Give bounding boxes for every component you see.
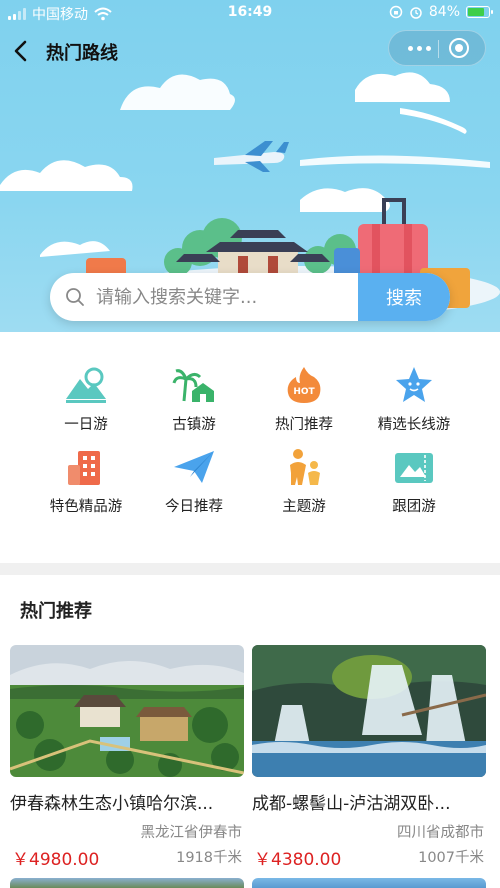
category-label: 精选长线游 — [377, 417, 451, 433]
search-input[interactable] — [96, 273, 396, 321]
building-icon — [68, 451, 100, 485]
star-icon — [396, 367, 432, 402]
route-price: ￥4380.00 — [254, 850, 342, 870]
route-name: 伊春森林生态小镇哈尔滨... — [10, 794, 214, 814]
route-card[interactable]: 伊春森林生态小镇哈尔滨... 黑龙江省伊春市 ￥4980.00 1918千米 — [10, 645, 244, 870]
category-label: 特色精品游 — [49, 499, 123, 515]
search-bar: 搜索 — [50, 273, 450, 321]
category-long-tour[interactable]: 精选长线游 — [354, 355, 474, 435]
category-label: 跟团游 — [392, 499, 436, 515]
battery-percent: 84% — [428, 4, 460, 20]
more-options-icon[interactable] — [401, 31, 437, 65]
category-theme-tour[interactable]: 主题游 — [244, 437, 364, 517]
section-title: 热门推荐 — [20, 601, 92, 622]
category-ancient-town[interactable]: 古镇游 — [134, 355, 254, 435]
capsule-divider — [438, 40, 439, 58]
battery-icon — [466, 6, 493, 18]
route-name: 成都-螺髻山-泸沽湖双卧... — [252, 794, 451, 814]
route-photo — [252, 645, 486, 777]
lock-rotation-icon — [389, 5, 403, 19]
category-label: 古镇游 — [172, 417, 216, 433]
close-program-icon[interactable] — [449, 38, 469, 58]
svg-text:HOT: HOT — [293, 387, 315, 397]
category-label: 主题游 — [282, 499, 326, 515]
category-one-day-tour[interactable]: 一日游 — [26, 355, 146, 435]
ticket-icon — [395, 453, 433, 483]
page-title: 热门路线 — [46, 43, 118, 64]
category-label: 今日推荐 — [165, 499, 223, 515]
search-icon — [66, 288, 84, 306]
category-label: 热门推荐 — [275, 417, 333, 433]
route-price: ￥4980.00 — [12, 850, 100, 870]
section-divider — [0, 563, 500, 575]
nav-bar: 热门路线 — [0, 28, 500, 74]
airplane-icon — [214, 141, 289, 172]
search-button[interactable]: 搜索 — [358, 273, 450, 321]
hot-icon: HOT — [287, 367, 321, 403]
route-card[interactable]: 成都-螺髻山-泸沽湖双卧... 四川省成都市 ￥4380.00 1007千米 — [252, 645, 486, 870]
route-location: 黑龙江省伊春市 — [140, 825, 243, 841]
route-distance: 1918千米 — [176, 850, 242, 866]
route-photo — [10, 645, 244, 777]
status-bar: 中国移动 16:49 84% — [0, 0, 500, 26]
category-group-tour[interactable]: 跟团游 — [354, 437, 474, 517]
category-featured-tour[interactable]: 特色精品游 — [26, 437, 146, 517]
mountain-icon — [66, 367, 106, 403]
paper-plane-icon — [174, 451, 214, 483]
route-card-partial[interactable] — [10, 878, 244, 888]
category-hot-picks[interactable]: HOT 热门推荐 — [244, 355, 364, 435]
palm-house-icon — [172, 369, 214, 402]
route-distance: 1007千米 — [418, 850, 484, 866]
mini-program-capsule — [388, 30, 486, 66]
alarm-icon — [410, 7, 422, 19]
back-arrow-icon[interactable] — [10, 38, 34, 64]
hero-banner: 中国移动 16:49 84% 热门路线 请输入搜索关键字... 搜索 — [0, 0, 500, 332]
category-today-picks[interactable]: 今日推荐 — [134, 437, 254, 517]
route-location: 四川省成都市 — [397, 825, 484, 841]
category-label: 一日游 — [64, 417, 108, 433]
family-icon — [290, 449, 320, 485]
category-grid: 一日游 古镇游 HOT 热门推荐 精选长线游 特色精品游 今日推荐 主题游 跟团… — [0, 355, 500, 535]
route-card-partial[interactable] — [252, 878, 486, 888]
